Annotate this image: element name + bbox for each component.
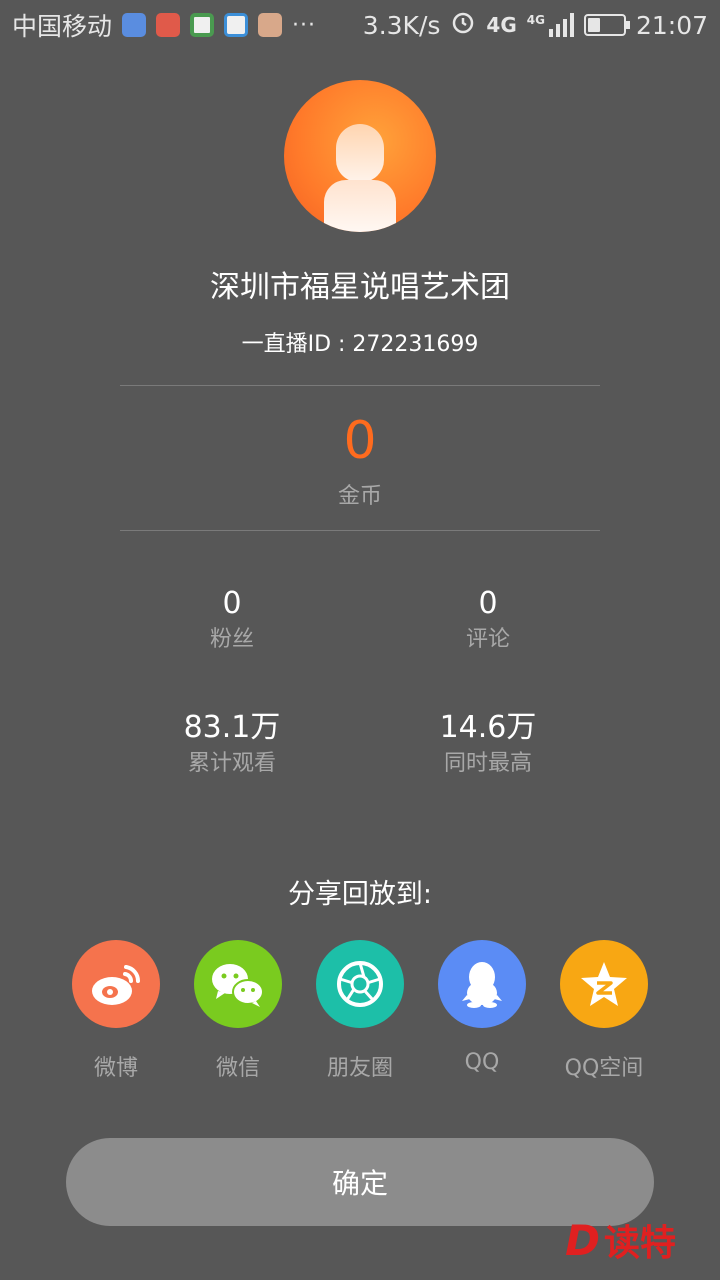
- stat-fans-label: 粉丝: [209, 627, 254, 652]
- network-type-label-2: 4G: [526, 13, 545, 27]
- avatar-body-shape: [324, 180, 396, 232]
- share-moments-label: 朋友圈: [326, 1056, 393, 1081]
- watermark-text: 读特: [603, 1223, 676, 1264]
- network-type-label: 4G: [486, 13, 517, 37]
- status-bar: 中国移动 ··· 3.3K/s 4G 4G 21:07: [0, 0, 720, 50]
- stat-comments-value: 0: [478, 586, 498, 621]
- stat-comments-label: 评论: [465, 627, 510, 652]
- coins-value: 0: [343, 411, 377, 471]
- share-qzone-button[interactable]: QQ空间: [544, 940, 664, 1082]
- avatar-head-shape: [336, 124, 384, 182]
- battery-icon: [583, 14, 630, 36]
- stat-total-views: 83.1万 累计观看: [132, 708, 332, 780]
- avatar[interactable]: [284, 80, 436, 232]
- network-speed: 3.3K/s: [362, 10, 441, 40]
- watermark-letter: D: [565, 1215, 600, 1265]
- watermark-logo: D 读特: [565, 1214, 676, 1266]
- wechat-icon: [194, 940, 282, 1028]
- stat-total-views-value: 83.1万: [183, 710, 281, 745]
- divider-top: [120, 385, 600, 386]
- confirm-button[interactable]: 确定: [66, 1138, 654, 1226]
- stat-comments: 0 评论: [388, 584, 588, 656]
- signal-icon: 4G: [527, 13, 574, 37]
- browser-notification-icon: [190, 13, 215, 37]
- share-weibo-button[interactable]: 微博: [56, 940, 176, 1082]
- location-notification-icon: [122, 13, 147, 37]
- carrier-name: 中国移动: [12, 12, 113, 41]
- divider-bottom: [120, 530, 600, 531]
- video-notification-icon: [224, 13, 249, 37]
- share-qq-button[interactable]: QQ: [422, 940, 542, 1075]
- stat-fans: 0 粉丝: [132, 584, 332, 656]
- clock-time: 21:07: [635, 10, 708, 40]
- profile-id: 一直播ID : 272231699: [241, 332, 479, 357]
- qzone-icon: [560, 940, 648, 1028]
- share-wechat-button[interactable]: 微信: [178, 940, 298, 1082]
- share-qq-label: QQ: [464, 1050, 500, 1075]
- share-weibo-label: 微博: [93, 1056, 138, 1081]
- stat-peak-viewers: 14.6万 同时最高: [388, 708, 588, 780]
- qq-icon: [438, 940, 526, 1028]
- coins-label: 金币: [337, 484, 382, 509]
- stat-total-views-label: 累计观看: [187, 751, 276, 776]
- stat-peak-viewers-value: 14.6万: [439, 710, 537, 745]
- share-title: 分享回放到:: [287, 879, 433, 910]
- app-notification-icon: [156, 13, 181, 37]
- share-wechat-label: 微信: [215, 1056, 260, 1081]
- stat-fans-value: 0: [222, 586, 242, 621]
- photo-notification-icon: [258, 13, 283, 37]
- moments-icon: [316, 940, 404, 1028]
- more-notifications-icon: ···: [292, 12, 316, 38]
- profile-name: 深圳市福星说唱艺术团: [210, 270, 510, 305]
- alarm-icon: [450, 9, 476, 41]
- weibo-icon: [72, 940, 160, 1028]
- share-qzone-label: QQ空间: [564, 1056, 644, 1081]
- stat-peak-viewers-label: 同时最高: [443, 751, 532, 776]
- share-moments-button[interactable]: 朋友圈: [300, 940, 420, 1082]
